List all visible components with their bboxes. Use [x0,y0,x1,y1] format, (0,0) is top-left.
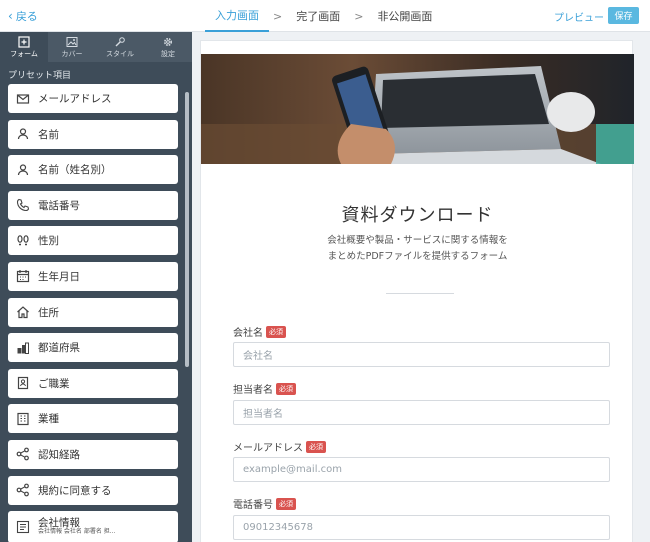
mail-icon [15,91,30,106]
plus-square-icon [18,35,30,48]
description-line: 会社概要や製品・サービスに関する情報を [327,235,508,246]
field-label-email: メールアドレス 必須 [233,439,326,454]
preset-item-address[interactable]: 住所 [8,297,178,327]
form-card: 資料ダウンロード 会社概要や製品・サービスに関する情報を まとめたPDFファイル… [200,40,634,542]
field-label-company: 会社名 必須 [233,324,286,339]
item-label: 名前（姓名別） [38,164,112,177]
company-card-icon [15,520,30,535]
preset-item-terms-agree[interactable]: 規約に同意する [8,475,178,505]
tab-label: カバー [61,49,83,58]
person-icon [15,127,30,142]
required-badge: 必須 [276,497,296,510]
item-label: 規約に同意する [38,484,112,497]
cover-photo-illustration [201,54,634,164]
preset-item-name-split[interactable]: 名前（姓名別） [8,155,178,185]
footprints-icon [15,233,30,248]
step-tabs: 入力画面 > 完了画面 > 非公開画面 [205,0,442,32]
tab-label: フォーム [10,49,38,58]
tab-cover[interactable]: カバー [48,32,96,62]
tab-settings[interactable]: 設定 [144,32,192,62]
field-label-contact-person: 担当者名 必須 [233,381,296,396]
form-title[interactable]: 資料ダウンロード [201,201,634,227]
preset-item-birthdate[interactable]: 生年月日 [8,261,178,291]
form-preview-area: 資料ダウンロード 会社概要や製品・サービスに関する情報を まとめたPDFファイル… [192,32,650,542]
preset-item-referral[interactable]: 認知経路 [8,439,178,469]
item-label: メールアドレス [38,93,112,105]
cover-image[interactable] [201,54,634,164]
label-text: 担当者名 [233,385,273,396]
preset-item-list: メールアドレス 名前 名前（姓名別） 電話番号 性別 生年月日 住所 都道府県 [8,84,178,542]
field-label-phone: 電話番号 必須 [233,496,296,511]
sidebar-tabs: フォーム カバー スタイル 設定 [0,32,192,62]
share-icon [15,447,30,462]
person-icon [15,162,30,177]
label-text: 電話番号 [233,500,273,511]
top-bar: ‹ 戻る 入力画面 > 完了画面 > 非公開画面 プレビュー 保存 [0,0,650,32]
calendar-icon [15,269,30,284]
item-label: 住所 [38,306,59,319]
preset-item-email[interactable]: メールアドレス [8,84,178,113]
label-text: メールアドレス [233,443,303,454]
preset-item-phone[interactable]: 電話番号 [8,190,178,220]
preview-link[interactable]: プレビュー [554,9,604,24]
tab-label: スタイル [106,49,134,58]
tab-style[interactable]: スタイル [96,32,144,62]
home-icon [15,305,30,320]
description-line: まとめたPDFファイルを提供するフォーム [327,251,508,263]
item-label: 認知経路 [38,448,80,461]
email-input[interactable]: example@mail.com [233,457,610,482]
form-description[interactable]: 会社概要や製品・サービスに関する情報を まとめたPDFファイルを提供するフォーム [201,233,634,265]
company-name-input[interactable]: 会社名 [233,342,610,367]
chevron-right-icon: > [273,9,283,23]
share-icon [15,483,30,498]
tab-private-screen[interactable]: 非公開画面 [367,0,442,32]
item-label: 性別 [38,235,59,248]
preset-item-prefecture[interactable]: 都道府県 [8,333,178,363]
phone-icon [15,198,30,213]
preset-item-name[interactable]: 名前 [8,119,178,149]
required-badge: 必須 [276,382,296,395]
item-label: 生年月日 [38,270,80,283]
item-label: 都道府県 [38,342,80,355]
brush-icon [115,36,125,46]
city-icon [15,340,30,355]
divider [386,293,454,294]
badge-icon [15,376,30,391]
tab-label: 非公開画面 [377,10,433,23]
item-label: 業種 [38,413,59,426]
preset-item-company-info[interactable]: 会社情報 会社情報 会社名 部署名 担... [8,511,178,542]
building-icon [15,411,30,426]
phone-input[interactable]: 09012345678 [233,515,610,540]
contact-person-input[interactable]: 担当者名 [233,400,610,425]
tab-form[interactable]: フォーム [0,32,48,62]
preset-item-industry[interactable]: 業種 [8,404,178,434]
required-badge: 必須 [306,440,326,453]
tab-input-screen[interactable]: 入力画面 [205,0,269,32]
gear-icon [163,37,173,46]
item-text: 会社情報 会社情報 会社名 部署名 担... [38,518,115,535]
item-label: ご職業 [38,377,70,390]
sidebar-scrollbar[interactable] [185,92,189,367]
item-label: 電話番号 [38,199,80,212]
back-label: 戻る [15,10,38,23]
item-label: 名前 [38,128,59,141]
tab-label: 完了画面 [296,10,341,23]
image-icon [66,36,78,47]
save-button[interactable]: 保存 [608,7,639,24]
preset-item-occupation[interactable]: ご職業 [8,368,178,398]
tab-label: 入力画面 [215,9,259,22]
tab-complete-screen[interactable]: 完了画面 [286,0,350,32]
chevron-left-icon: ‹ [8,9,13,23]
preset-item-gender[interactable]: 性別 [8,226,178,256]
item-sublabel: 会社情報 会社名 部署名 担... [38,528,116,536]
back-link[interactable]: ‹ 戻る [8,8,38,24]
sidebar: フォーム カバー スタイル 設定 プリセット項目 メールアドレス 名前 名前（姓… [0,32,192,542]
tab-label: 設定 [161,49,175,58]
label-text: 会社名 [233,328,263,339]
required-badge: 必須 [266,325,286,338]
preset-section-label: プリセット項目 [8,71,72,81]
chevron-right-icon: > [354,9,364,23]
